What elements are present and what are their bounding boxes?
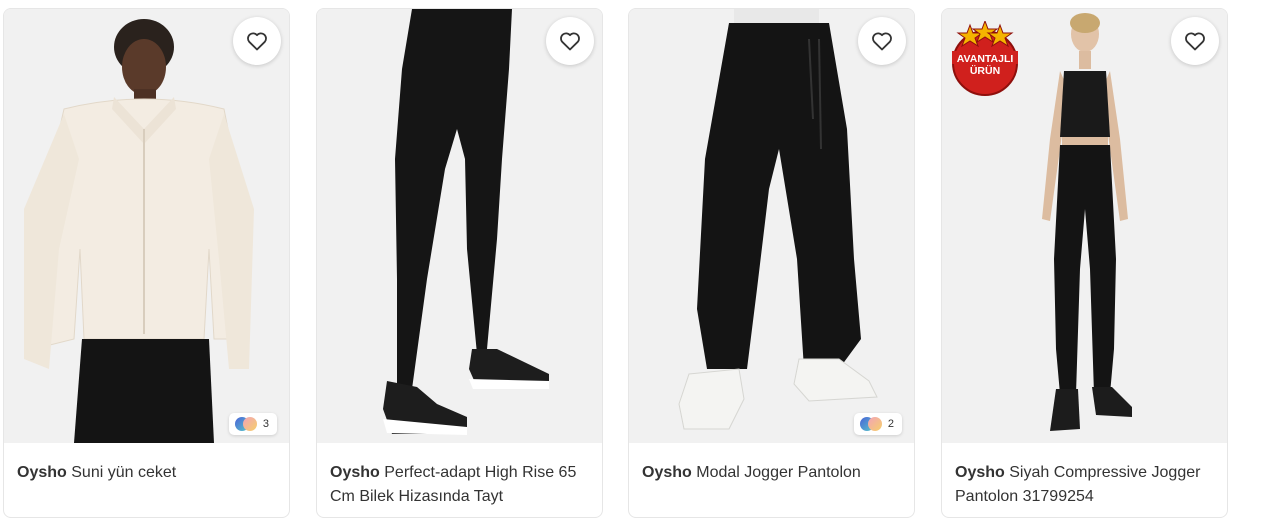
favorite-button[interactable] xyxy=(546,17,594,65)
product-name: Modal Jogger Pantolon xyxy=(696,464,861,481)
advantage-badge-icon: AVANTAJLI ÜRÜN xyxy=(952,19,1018,96)
product-brand: Oysho xyxy=(330,464,380,481)
badge-line1: AVANTAJLI xyxy=(957,53,1014,65)
badge-line2: ÜRÜN xyxy=(970,64,1000,77)
favorite-button[interactable] xyxy=(233,17,281,65)
jacket-model-image xyxy=(4,9,289,443)
product-title[interactable]: Oysho Siyah Compressive Jogger Pantolon … xyxy=(942,443,1227,509)
product-image[interactable]: 2 xyxy=(629,9,914,443)
advantage-product-badge: AVANTAJLI ÜRÜN xyxy=(948,19,1022,102)
color-swatch-icon xyxy=(234,417,257,431)
product-card[interactable]: 3 Oysho Suni yün ceket xyxy=(3,8,290,518)
color-options-badge[interactable]: 3 xyxy=(228,413,277,435)
favorite-button[interactable] xyxy=(1171,17,1219,65)
product-title[interactable]: Oysho Suni yün ceket xyxy=(4,443,289,485)
heart-outline-icon xyxy=(1185,32,1205,51)
product-card[interactable]: AVANTAJLI ÜRÜN Oysho Siyah Compressive J… xyxy=(941,8,1228,518)
color-count: 2 xyxy=(887,418,894,430)
color-swatch-icon xyxy=(859,417,882,431)
color-options-badge[interactable]: 2 xyxy=(853,413,902,435)
product-brand: Oysho xyxy=(642,464,692,481)
jogger-model-image xyxy=(629,9,914,443)
product-image[interactable] xyxy=(317,9,602,443)
heart-outline-icon xyxy=(872,32,892,51)
favorite-button[interactable] xyxy=(858,17,906,65)
product-brand: Oysho xyxy=(17,464,67,481)
color-count: 3 xyxy=(262,418,269,430)
product-name: Suni yün ceket xyxy=(71,464,177,481)
product-image[interactable]: 3 xyxy=(4,9,289,443)
product-image[interactable]: AVANTAJLI ÜRÜN xyxy=(942,9,1227,443)
product-card[interactable]: Oysho Perfect-adapt High Rise 65 Cm Bile… xyxy=(316,8,603,518)
product-grid: 3 Oysho Suni yün ceket Oysho Perfect-ada… xyxy=(0,0,1273,518)
product-title[interactable]: Oysho Modal Jogger Pantolon xyxy=(629,443,914,485)
product-title[interactable]: Oysho Perfect-adapt High Rise 65 Cm Bile… xyxy=(317,443,602,509)
heart-outline-icon xyxy=(247,32,267,51)
product-brand: Oysho xyxy=(955,464,1005,481)
leggings-model-image xyxy=(317,9,602,443)
heart-outline-icon xyxy=(560,32,580,51)
product-card[interactable]: 2 Oysho Modal Jogger Pantolon xyxy=(628,8,915,518)
